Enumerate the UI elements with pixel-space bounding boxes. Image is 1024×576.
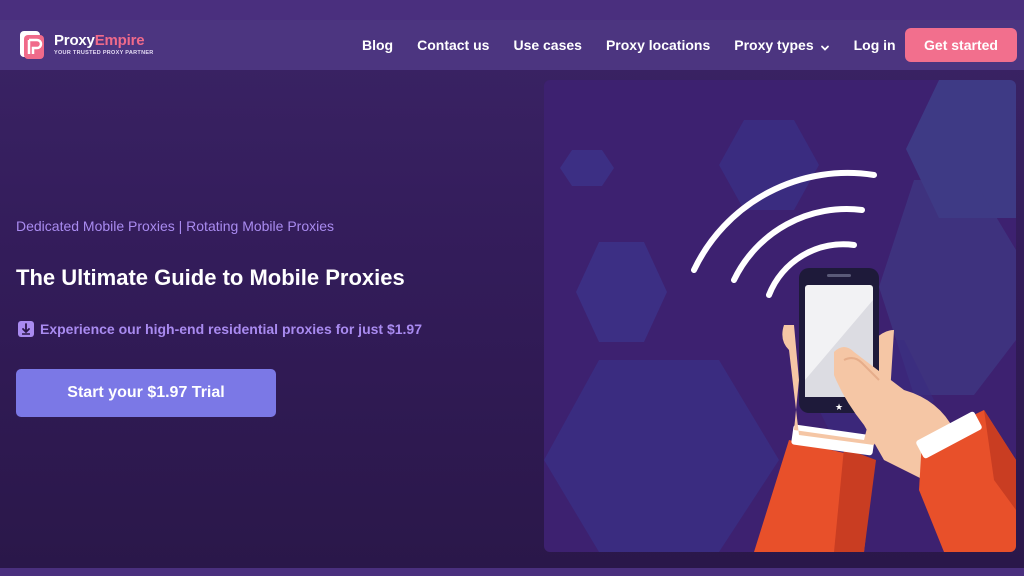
get-started-button[interactable]: Get started (905, 28, 1017, 62)
nav-item-use-cases[interactable]: Use cases (513, 37, 582, 53)
top-border (0, 0, 1024, 20)
nav-item-log-in[interactable]: Log in (854, 37, 896, 53)
nav-item-proxy-types[interactable]: Proxy types (734, 37, 829, 53)
nav-item-proxy-locations[interactable]: Proxy locations (606, 37, 710, 53)
proxyempire-logo-icon (18, 29, 48, 61)
phone-signal-illustration: ★ (544, 80, 1016, 552)
logo[interactable]: ProxyEmpire YOUR TRUSTED PROXY PARTNER (18, 29, 154, 61)
download-arrow-icon (18, 321, 34, 337)
nav-links: Blog Contact us Use cases Proxy location… (362, 20, 920, 70)
page-title: The Ultimate Guide to Mobile Proxies (16, 265, 405, 290)
svg-text:★: ★ (835, 403, 843, 413)
bottom-border (0, 568, 1024, 576)
nav-item-blog[interactable]: Blog (362, 37, 393, 53)
offer-text: Experience our high-end residential prox… (40, 321, 422, 337)
brand-tagline: YOUR TRUSTED PROXY PARTNER (54, 50, 154, 57)
hero-subtitle: Dedicated Mobile Proxies | Rotating Mobi… (16, 218, 335, 234)
start-trial-button[interactable]: Start your $1.97 Trial (16, 369, 276, 417)
chevron-down-icon (820, 40, 830, 51)
nav-item-contact-us[interactable]: Contact us (417, 37, 489, 53)
navbar: ProxyEmpire YOUR TRUSTED PROXY PARTNER B… (0, 20, 1024, 70)
nav-item-proxy-types-label: Proxy types (734, 37, 814, 53)
brand-name: ProxyEmpire (54, 32, 145, 50)
offer-line: Experience our high-end residential prox… (18, 321, 422, 337)
